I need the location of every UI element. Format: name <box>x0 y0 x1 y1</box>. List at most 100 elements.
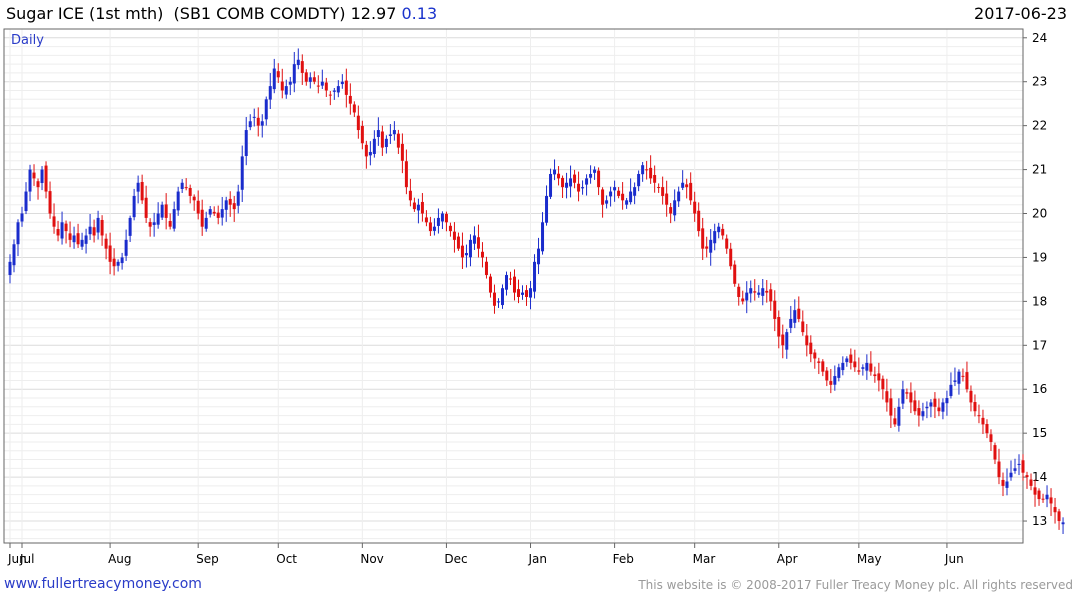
y-tick-label: 16 <box>1032 382 1047 396</box>
candle-down <box>753 291 757 293</box>
candle-up <box>120 257 124 264</box>
candle-down <box>617 190 621 196</box>
candle-down <box>356 115 360 131</box>
candle-up <box>180 182 184 189</box>
candle-up <box>24 191 28 212</box>
site-url-link[interactable]: www.fullertreacymoney.com <box>4 576 202 592</box>
x-tick-label: Nov <box>360 552 383 566</box>
candle-up <box>20 213 24 222</box>
candle-down <box>52 216 56 227</box>
candle-up <box>789 318 793 328</box>
candle-up <box>268 86 272 100</box>
candle-up <box>204 217 208 229</box>
candle-up <box>533 261 537 292</box>
y-tick-label: 14 <box>1032 470 1047 484</box>
candle-up <box>945 398 949 404</box>
candle-down <box>893 418 897 425</box>
candle-down <box>597 170 601 188</box>
x-tick-label: Jan <box>528 552 548 566</box>
candle-down <box>661 187 665 196</box>
candle-up <box>521 292 525 295</box>
candle-up <box>605 200 609 204</box>
candle-up <box>833 376 837 385</box>
candle-down <box>32 172 36 179</box>
candle-up <box>392 130 396 135</box>
candle-down <box>697 210 701 232</box>
candle-up <box>432 226 436 231</box>
candle-up <box>236 191 240 206</box>
candle-up <box>376 130 380 137</box>
candle-down <box>825 370 829 381</box>
y-tick-label: 23 <box>1032 75 1047 89</box>
candle-up <box>12 244 16 266</box>
candle-up <box>472 235 476 244</box>
x-tick-label: Apr <box>777 552 798 566</box>
candle-down <box>212 211 216 214</box>
candle-up <box>837 367 841 378</box>
candle-up <box>340 81 344 85</box>
candle-down <box>228 198 232 205</box>
candle-up <box>709 239 713 253</box>
candle-down <box>216 212 220 218</box>
candle-up <box>124 239 128 256</box>
candle-up <box>372 138 376 154</box>
candle-up <box>84 235 88 244</box>
candle-up <box>172 209 176 229</box>
candle-up <box>88 226 92 235</box>
candle-up <box>440 213 444 222</box>
y-tick-label: 24 <box>1032 31 1047 45</box>
candle-up <box>388 134 392 136</box>
candle-down <box>1033 487 1037 495</box>
candle-up <box>1017 463 1021 465</box>
candle-down <box>192 196 196 201</box>
candle-up <box>565 182 569 188</box>
candle-down <box>889 398 893 416</box>
candle-up <box>929 402 933 407</box>
candle-down <box>360 125 364 144</box>
candle-up <box>368 152 372 156</box>
y-tick-label: 19 <box>1032 250 1047 264</box>
candle-down <box>773 300 777 319</box>
candle-down <box>424 217 428 223</box>
candle-up <box>176 191 180 211</box>
x-tick-label: Aug <box>108 552 131 566</box>
candle-down <box>969 390 973 403</box>
candle-up <box>537 248 541 265</box>
candle-down <box>933 398 937 407</box>
candle-down <box>68 233 72 240</box>
candle-down <box>328 94 332 96</box>
candle-down <box>300 61 304 73</box>
candle-up <box>633 187 637 196</box>
candle-down <box>168 221 172 227</box>
candle-down <box>909 392 913 403</box>
candle-up <box>152 222 156 225</box>
candle-down <box>725 238 729 249</box>
period-label: Daily <box>11 33 44 48</box>
candle-down <box>829 381 833 385</box>
candle-up <box>1045 494 1049 500</box>
candle-down <box>765 290 769 293</box>
candle-up <box>641 165 645 175</box>
candle-up <box>496 301 500 303</box>
candle-down <box>508 278 512 280</box>
candle-down <box>144 197 148 218</box>
candle-down <box>881 378 885 390</box>
x-tick-label: Jun <box>944 552 964 566</box>
candle-up <box>897 406 901 426</box>
x-tick-label: Mar <box>693 552 716 566</box>
candle-down <box>685 184 689 188</box>
candle-down <box>1037 490 1041 500</box>
candle-down <box>276 71 280 78</box>
candle-down <box>280 81 284 91</box>
candle-down <box>200 209 204 227</box>
candle-down <box>989 434 993 442</box>
candle-up <box>745 292 749 301</box>
candle-up <box>504 275 508 290</box>
candle-up <box>320 81 324 86</box>
candle-down <box>961 375 965 377</box>
candle-up <box>132 195 136 218</box>
candle-down <box>977 415 981 417</box>
candle-down <box>148 222 152 227</box>
candle-down <box>488 276 492 293</box>
candle-up <box>468 239 472 258</box>
